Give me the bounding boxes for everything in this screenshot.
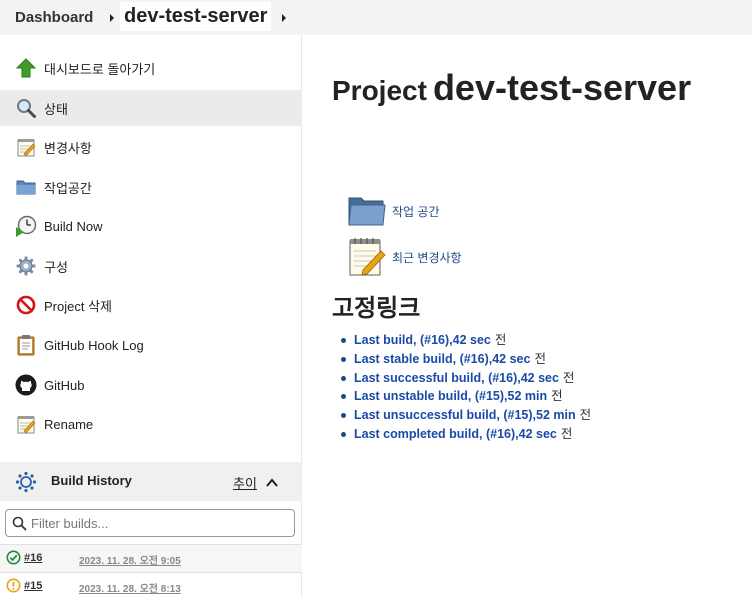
- permalink-suffix: 전: [579, 408, 592, 423]
- build-history-title: Build History: [51, 473, 132, 488]
- sidebar-item-label: 구성: [44, 259, 68, 275]
- sidebar-item-changes[interactable]: 변경사항: [0, 129, 302, 165]
- folder-icon: [347, 191, 387, 231]
- breadcrumb-separator-icon[interactable]: [282, 14, 286, 22]
- notepad-icon: [15, 136, 37, 158]
- build-history-icon: [15, 471, 37, 493]
- permalink-suffix: 전: [551, 389, 563, 404]
- page-title: Project dev-test-server: [332, 67, 691, 109]
- list-item: Last stable build, (#16),42 sec 전: [340, 350, 591, 369]
- github-icon: [15, 374, 37, 396]
- success-check-icon: [6, 550, 21, 565]
- recent-changes-link[interactable]: 최근 변경사항: [392, 249, 462, 266]
- sidebar-item-label: Rename: [44, 416, 94, 432]
- notepad-icon: [15, 413, 37, 435]
- workspace-link[interactable]: 작업 공간: [392, 203, 440, 220]
- breadcrumb-project-link[interactable]: dev-test-server: [120, 2, 272, 31]
- sidebar-item-back-to-dashboard[interactable]: 대시보드로 돌아가기: [0, 50, 302, 86]
- build-history-header: Build History 추이: [0, 462, 302, 501]
- permalink-last-stable-build[interactable]: Last stable build, (#16),42 sec: [354, 352, 530, 366]
- sidebar-item-label: Project 삭제: [44, 298, 112, 314]
- list-item: Last unstable build, (#15),52 min 전: [340, 387, 591, 406]
- page-title-prefix: Project: [332, 75, 427, 106]
- sidebar-item-delete-project[interactable]: Project 삭제: [0, 287, 302, 323]
- chevron-up-icon[interactable]: [266, 475, 278, 487]
- list-item: Last build, (#16),42 sec 전: [340, 331, 591, 350]
- magnifier-icon: [15, 97, 37, 119]
- sidebar-item-configure[interactable]: 구성: [0, 248, 302, 284]
- build-time-link[interactable]: 2023. 11. 28. 오전 8:13: [79, 580, 181, 595]
- page-title-project-name: dev-test-server: [432, 67, 692, 108]
- permalink-last-unsuccessful-build[interactable]: Last unsuccessful build, (#15),52 min: [354, 408, 576, 422]
- permalinks-list: Last build, (#16),42 sec 전 Last stable bu…: [340, 331, 592, 444]
- sidebar-item-status[interactable]: 상태: [0, 90, 302, 126]
- permalink-suffix: 전: [560, 426, 573, 441]
- sidebar-item-github[interactable]: GitHub: [0, 367, 302, 403]
- filter-builds-box: [5, 509, 295, 537]
- build-history-trend-link[interactable]: 추이: [233, 473, 257, 492]
- permalink-suffix: 전: [562, 370, 575, 385]
- notepad-icon: [347, 237, 387, 277]
- workspace-action[interactable]: 작업 공간: [347, 191, 440, 231]
- clipboard-icon: [15, 334, 37, 356]
- list-item: Last completed build, (#16),42 sec 전: [340, 425, 591, 444]
- sidebar-item-build-now[interactable]: Build Now: [0, 208, 302, 244]
- sidebar-item-rename[interactable]: Rename: [0, 406, 302, 442]
- build-row: #15 2023. 11. 28. 오전 8:13: [0, 572, 302, 600]
- up-arrow-icon: [15, 57, 37, 79]
- permalink-last-completed-build[interactable]: Last completed build, (#16),42 sec: [354, 427, 557, 441]
- search-icon: [12, 516, 27, 531]
- sidebar-item-label: 작업공간: [44, 180, 92, 196]
- sidebar-item-label: Build Now: [44, 218, 103, 234]
- permalinks-heading: 고정링크: [332, 295, 421, 322]
- sidebar-item-label: 변경사항: [44, 140, 92, 156]
- sidebar-item-label: GitHub: [44, 377, 85, 393]
- build-number-link[interactable]: #16: [24, 552, 42, 564]
- permalink-suffix: 전: [494, 333, 507, 347]
- sidebar-item-github-hook-log[interactable]: GitHub Hook Log: [0, 327, 302, 363]
- build-time-link[interactable]: 2023. 11. 28. 오전 9:05: [79, 552, 181, 567]
- breadcrumb-separator-icon[interactable]: [110, 14, 114, 22]
- breadcrumb-dashboard-link[interactable]: Dashboard: [15, 0, 93, 35]
- clock-play-icon: [15, 215, 37, 237]
- sidebar-item-workspace[interactable]: 작업공간: [0, 169, 302, 205]
- no-entry-icon: [15, 294, 37, 316]
- list-item: Last successful build, (#16),42 sec 전: [340, 369, 591, 388]
- sidebar-item-label: GitHub Hook Log: [44, 337, 144, 353]
- breadcrumb: Dashboard dev-test-server: [0, 0, 752, 35]
- sidebar-item-label: 대시보드로 돌아가기: [44, 61, 156, 77]
- filter-builds-input[interactable]: [31, 514, 289, 532]
- warning-icon: [6, 578, 21, 593]
- sidebar-item-label: 상태: [44, 101, 68, 117]
- sidebar: 대시보드로 돌아가기 상태 변경사항 작업공간 Build Now 구성 Pro…: [0, 35, 302, 598]
- recent-changes-action[interactable]: 최근 변경사항: [347, 237, 462, 277]
- permalink-last-build[interactable]: Last build, (#16),42 sec: [354, 333, 491, 347]
- gear-icon: [15, 255, 37, 277]
- list-item: Last unsuccessful build, (#15),52 min 전: [340, 406, 592, 425]
- build-number-link[interactable]: #15: [24, 580, 42, 592]
- build-row: #16 2023. 11. 28. 오전 9:05: [0, 544, 302, 572]
- folder-icon: [15, 176, 37, 198]
- main-content: Project dev-test-server 작업 공간 최근 변경사항 고정링…: [303, 35, 752, 598]
- permalink-last-successful-build[interactable]: Last successful build, (#16),42 sec: [354, 371, 559, 385]
- permalink-last-unstable-build[interactable]: Last unstable build, (#15),52 min: [354, 389, 547, 403]
- permalink-suffix: 전: [534, 351, 546, 366]
